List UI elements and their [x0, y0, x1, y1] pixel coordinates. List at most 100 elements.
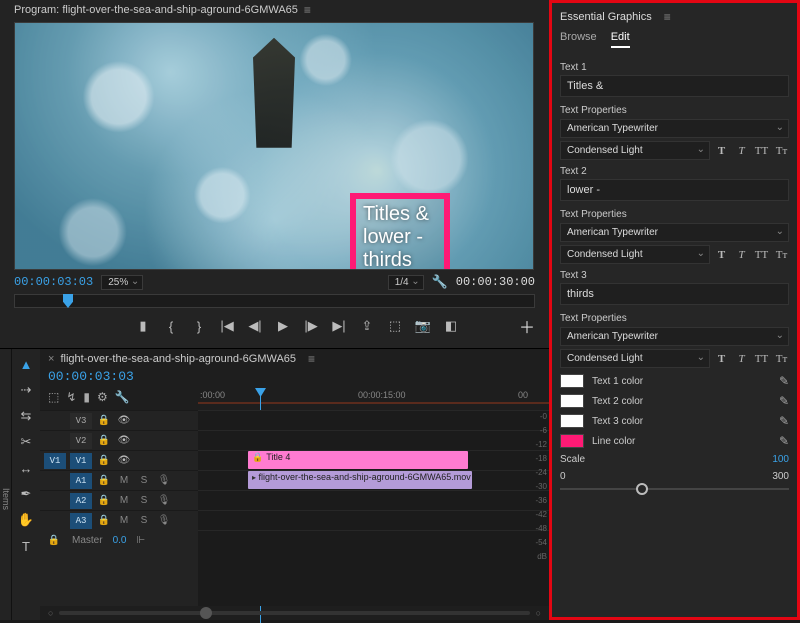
snap-icon[interactable]: ⬚	[48, 390, 59, 404]
text2-color-swatch[interactable]	[560, 394, 584, 408]
faux-bold-button[interactable]: T	[714, 249, 729, 261]
font-style-select[interactable]: Condensed Light	[560, 349, 710, 368]
in-point-button[interactable]: {	[162, 319, 180, 334]
font-style-select[interactable]: Condensed Light	[560, 141, 710, 160]
line-color-swatch[interactable]	[560, 434, 584, 448]
marker-icon[interactable]: ▮	[83, 390, 90, 404]
master-track[interactable]: 🔒Master0.0⊩	[40, 530, 198, 550]
program-monitor[interactable]: Titles & lower - thirds	[14, 22, 534, 270]
pen-tool-icon[interactable]: ✒	[17, 485, 35, 503]
program-scrub-bar[interactable]	[14, 294, 535, 308]
export-frame-button[interactable]: 📷	[414, 318, 432, 334]
scale-slider[interactable]	[560, 488, 789, 490]
small-caps-button[interactable]: Tт	[774, 145, 789, 157]
eyedropper-icon[interactable]: ✎	[779, 374, 789, 388]
small-caps-button[interactable]: Tт	[774, 353, 789, 365]
mic-icon[interactable]: 🎙	[156, 515, 172, 526]
font-family-select[interactable]: American Typewriter	[560, 223, 789, 242]
faux-bold-button[interactable]: T	[714, 353, 729, 365]
lock-icon[interactable]: 🔒	[96, 515, 112, 526]
meter-icon[interactable]: ⊩	[136, 535, 145, 546]
mic-icon[interactable]: 🎙	[156, 495, 172, 506]
font-family-select[interactable]: American Typewriter	[560, 327, 789, 346]
eyedropper-icon[interactable]: ✎	[779, 394, 789, 408]
wrench-icon[interactable]: 🔧	[115, 390, 130, 404]
lock-icon[interactable]: 🔒	[46, 535, 62, 546]
ripple-tool-icon[interactable]: ⇆	[17, 407, 35, 425]
mic-icon[interactable]: 🎙	[156, 475, 172, 486]
panel-menu-icon[interactable]: ≡	[304, 4, 311, 16]
lock-icon[interactable]: 🔒	[96, 475, 112, 486]
step-fwd-button[interactable]: |▶	[302, 318, 320, 334]
text3-input[interactable]	[560, 283, 789, 305]
all-caps-button[interactable]: TT	[754, 249, 769, 261]
track-header-a3[interactable]: A3🔒MS🎙	[40, 510, 198, 530]
close-icon[interactable]: ×	[48, 353, 54, 365]
faux-bold-button[interactable]: T	[714, 145, 729, 157]
sequence-tab[interactable]: × flight-over-the-sea-and-ship-aground-6…	[40, 349, 549, 367]
marker-button[interactable]: ▮	[134, 318, 152, 334]
track-header-v3[interactable]: V3🔒👁	[40, 410, 198, 430]
all-caps-button[interactable]: TT	[754, 353, 769, 365]
track-select-tool-icon[interactable]: ⇢	[17, 381, 35, 399]
text1-input[interactable]	[560, 75, 789, 97]
razor-tool-icon[interactable]: ✂	[17, 433, 35, 451]
text1-color-swatch[interactable]	[560, 374, 584, 388]
eyedropper-icon[interactable]: ✎	[779, 434, 789, 448]
go-to-out-button[interactable]: ▶|	[330, 318, 348, 334]
step-back-button[interactable]: ◀|	[246, 318, 264, 334]
hand-tool-icon[interactable]: ✋	[17, 511, 35, 529]
work-area-bar[interactable]	[198, 402, 549, 404]
eye-icon[interactable]: 👁	[116, 435, 132, 446]
track-header-v2[interactable]: V2🔒👁	[40, 430, 198, 450]
panel-menu-icon[interactable]: ≡	[664, 11, 671, 23]
timeline-tracks[interactable]: 🔒Title 4 ▸ flight-over-the-sea-and-ship-…	[198, 410, 549, 606]
track-header-v1[interactable]: V1V1🔒👁	[40, 450, 198, 470]
text3-color-swatch[interactable]	[560, 414, 584, 428]
slip-tool-icon[interactable]: ↔	[17, 459, 35, 477]
timeline-zoom-scroll[interactable]: ○○	[40, 606, 549, 620]
track-header-a2[interactable]: A2🔒MS🎙	[40, 490, 198, 510]
scale-value[interactable]: 100	[772, 454, 789, 465]
text2-input[interactable]	[560, 179, 789, 201]
current-timecode[interactable]: 00:00:03:03	[14, 275, 93, 289]
time-ruler[interactable]: :00:00 00:00:15:00 00	[198, 388, 549, 404]
faux-italic-button[interactable]: T	[734, 249, 749, 261]
lock-icon[interactable]: 🔒	[96, 435, 112, 446]
font-family-select[interactable]: American Typewriter	[560, 119, 789, 138]
zoom-thumb[interactable]	[200, 607, 212, 619]
eye-icon[interactable]: 👁	[116, 415, 132, 426]
play-button[interactable]: ▶	[274, 318, 292, 334]
faux-italic-button[interactable]: T	[734, 353, 749, 365]
clip-video[interactable]: ▸ flight-over-the-sea-and-ship-aground-6…	[248, 471, 472, 489]
eye-icon[interactable]: 👁	[116, 455, 132, 466]
title-overlay-text[interactable]: Titles & lower - thirds	[363, 203, 429, 270]
out-point-button[interactable]: }	[190, 319, 208, 334]
lift-button[interactable]: ⇪	[358, 318, 376, 334]
settings-icon[interactable]: ⚙	[97, 390, 108, 404]
lock-icon[interactable]: 🔒	[96, 415, 112, 426]
eyedropper-icon[interactable]: ✎	[779, 414, 789, 428]
panel-menu-icon[interactable]: ≡	[308, 353, 315, 365]
slider-thumb[interactable]	[636, 483, 648, 495]
settings-icon[interactable]: 🔧	[432, 274, 448, 290]
comparison-button[interactable]: ◧	[442, 318, 460, 334]
lock-icon[interactable]: 🔒	[96, 495, 112, 506]
selection-tool-icon[interactable]: ▲	[17, 355, 35, 373]
program-playhead[interactable]	[63, 294, 73, 308]
tab-browse[interactable]: Browse	[560, 31, 597, 48]
tab-edit[interactable]: Edit	[611, 31, 630, 48]
button-editor-icon[interactable]: ＋	[519, 314, 535, 338]
font-style-select[interactable]: Condensed Light	[560, 245, 710, 264]
resolution-select[interactable]: 1/4	[388, 275, 424, 290]
lock-icon[interactable]: 🔒	[96, 455, 112, 466]
extract-button[interactable]: ⬚	[386, 318, 404, 334]
all-caps-button[interactable]: TT	[754, 145, 769, 157]
timeline-timecode[interactable]: 00:00:03:03	[48, 369, 134, 384]
track-header-a1[interactable]: A1🔒MS🎙	[40, 470, 198, 490]
linked-selection-icon[interactable]: ↯	[66, 390, 76, 404]
go-to-in-button[interactable]: |◀	[218, 318, 236, 334]
zoom-select[interactable]: 25%	[101, 275, 143, 290]
clip-title[interactable]: 🔒Title 4	[248, 451, 468, 469]
small-caps-button[interactable]: Tт	[774, 249, 789, 261]
